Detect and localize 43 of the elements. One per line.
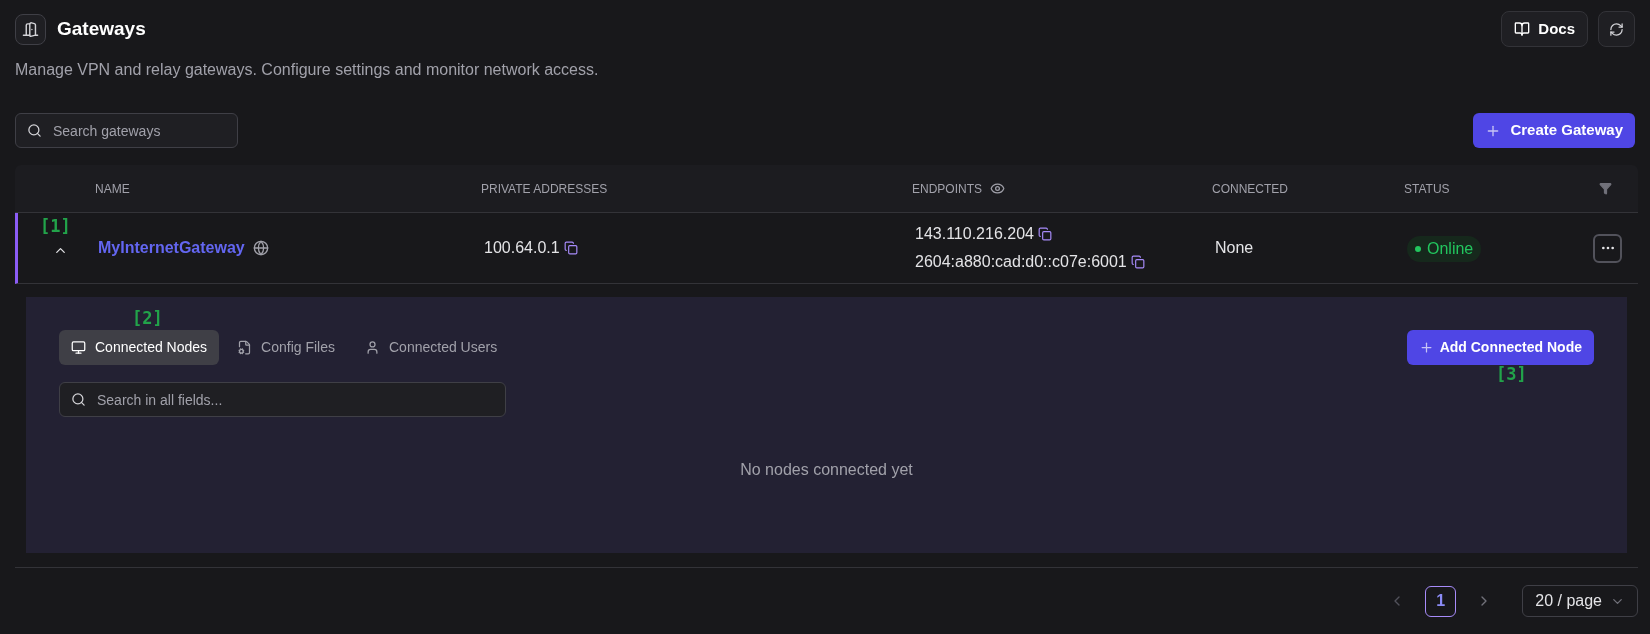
gateway-name-link[interactable]: MyInternetGateway [98, 236, 245, 260]
address-text: 100.64.0.1 [484, 238, 560, 258]
refresh-icon [1609, 21, 1624, 37]
file-icon [237, 340, 253, 355]
page-button[interactable]: 1 [1425, 585, 1457, 617]
page-subtitle: Manage VPN and relay gateways. Configure settings and monitor network access. [15, 60, 600, 80]
eye-icon[interactable] [990, 181, 1005, 196]
docs-button[interactable]: Docs [1501, 11, 1588, 47]
annotation-marker: [1] [40, 218, 71, 235]
column-header: ENDPOINTS [912, 180, 982, 198]
refresh-button[interactable] [1598, 11, 1635, 47]
copy-icon[interactable] [1037, 227, 1052, 241]
plus-icon [1418, 340, 1434, 355]
search-icon [71, 392, 86, 407]
user-icon [365, 340, 380, 355]
page-size-select[interactable]: 20 / page [1522, 585, 1638, 617]
page-title: Gateways [57, 16, 146, 41]
tab[interactable]: Config Files [225, 330, 347, 365]
empty-state-text: No nodes connected yet [740, 460, 913, 480]
copy-icon[interactable] [1130, 255, 1145, 269]
column-header: STATUS [1404, 180, 1450, 198]
connected-text: None [1215, 238, 1255, 258]
search-icon [27, 123, 42, 138]
tab[interactable]: Connected Users [353, 330, 510, 365]
column-header: PRIVATE ADDRESSES [481, 180, 608, 198]
search-field[interactable]: Search in all fields... [59, 382, 506, 417]
column-header: NAME [95, 180, 130, 198]
copy-icon[interactable] [563, 241, 578, 255]
status-badge: Online [1407, 235, 1482, 262]
column-header: CONNECTED [1212, 180, 1288, 198]
search-field[interactable]: Search gateways [15, 113, 238, 148]
tab[interactable]: Connected Nodes [59, 330, 220, 365]
annotation-marker: [2] [132, 310, 163, 327]
add-connected-node-button[interactable]: Add Connected Node [1406, 330, 1594, 365]
endpoint-text: 143.110.216.204 [915, 224, 1034, 244]
book-icon [1514, 21, 1531, 37]
endpoint-text: 2604:a880:cad:d0::c07e:6001 [915, 252, 1127, 272]
monitor-icon [71, 340, 86, 355]
annotation-marker: [3] [1496, 366, 1527, 383]
filter-icon[interactable] [1598, 182, 1612, 195]
create-gateway-button[interactable]: Create Gateway [1473, 113, 1635, 148]
door-icon [15, 13, 46, 45]
globe-icon [252, 240, 269, 256]
